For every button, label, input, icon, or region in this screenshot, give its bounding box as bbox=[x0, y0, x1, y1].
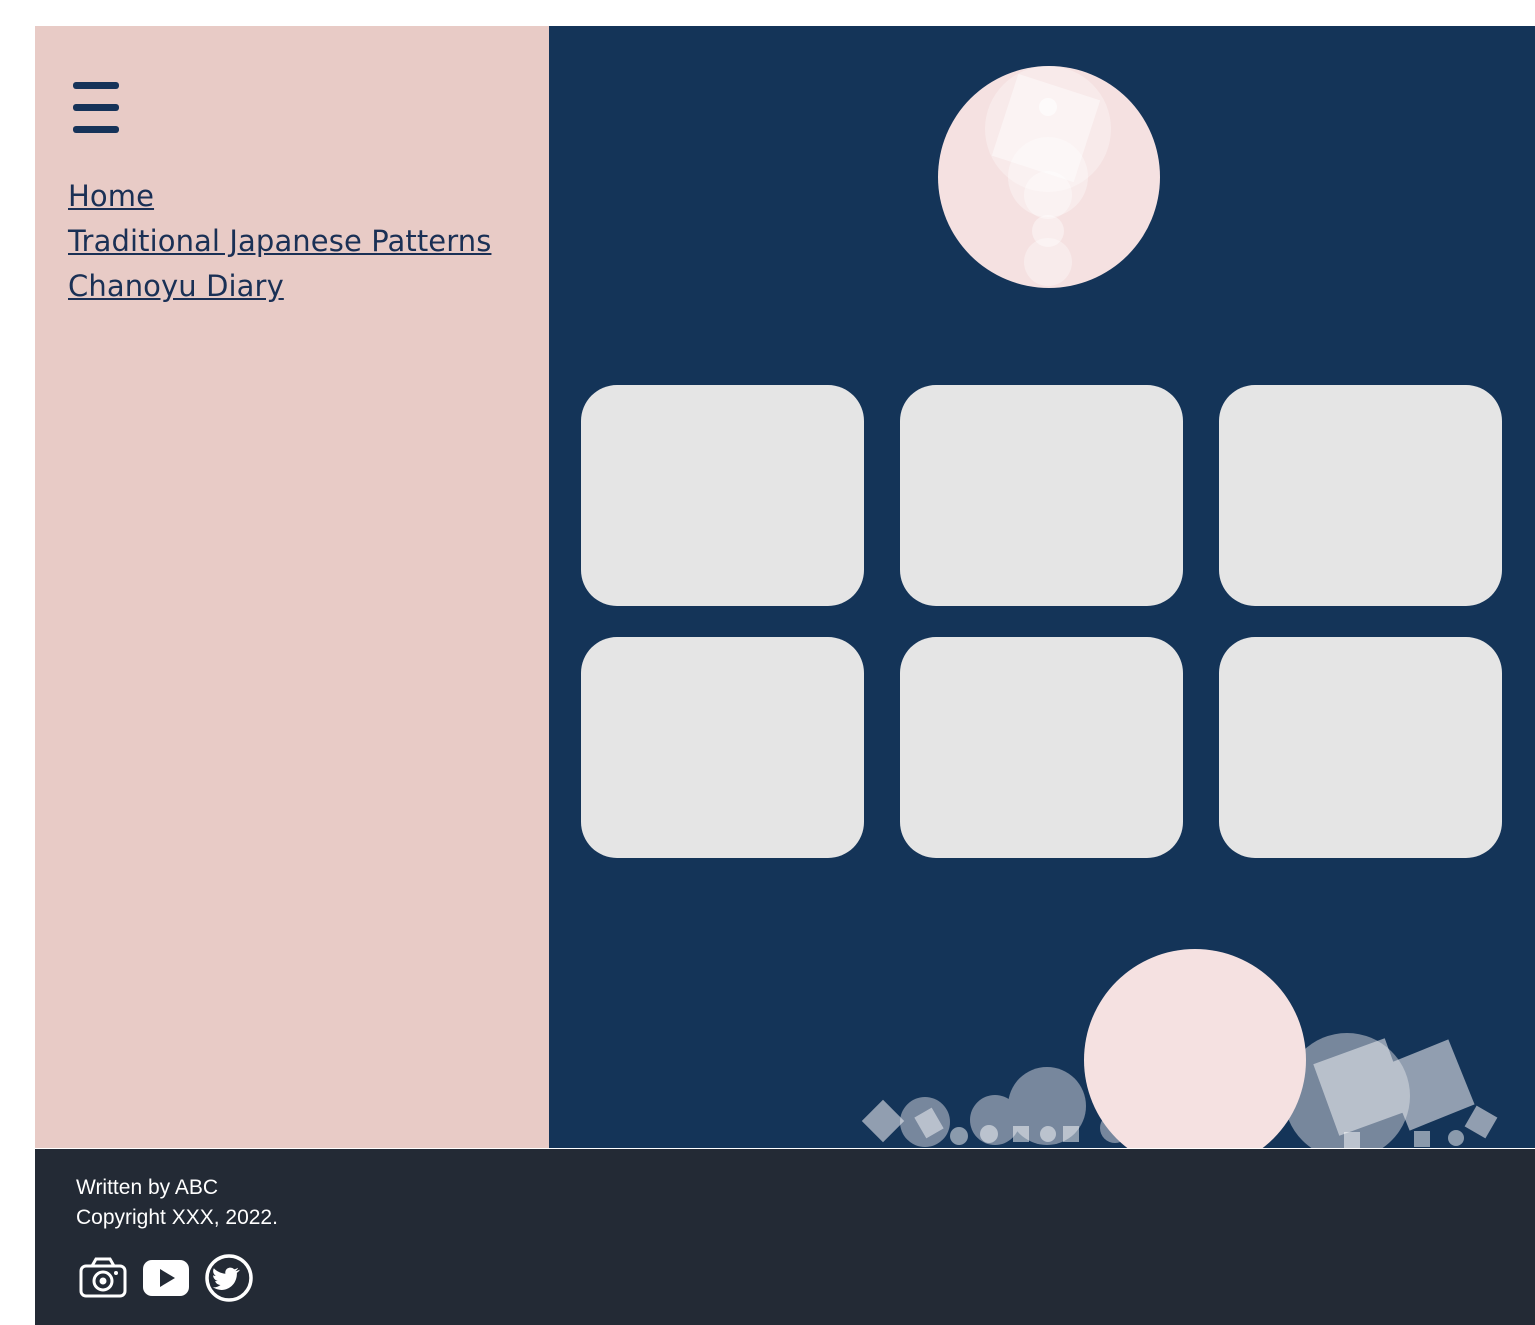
nav-link-chanoyu-diary[interactable]: Chanoyu Diary bbox=[68, 264, 491, 309]
moon-illustration-top bbox=[938, 66, 1160, 288]
gallery-card-1[interactable] bbox=[581, 385, 864, 606]
site-footer: Written by ABC Copyright XXX, 2022. bbox=[35, 1149, 1535, 1325]
gallery-card-6[interactable] bbox=[1219, 637, 1502, 858]
hamburger-menu-icon[interactable] bbox=[73, 82, 119, 134]
camera-icon[interactable] bbox=[78, 1253, 128, 1303]
gallery-card-5[interactable] bbox=[900, 637, 1183, 858]
twitter-icon[interactable] bbox=[204, 1253, 254, 1303]
author-text: Written by ABC bbox=[76, 1176, 218, 1199]
copyright-text: Copyright XXX, 2022. bbox=[76, 1206, 278, 1229]
main-content bbox=[549, 26, 1535, 1148]
moon-illustration-bottom bbox=[861, 949, 1498, 1148]
gallery-card-4[interactable] bbox=[581, 637, 864, 858]
nav-link-traditional-japanese-patterns[interactable]: Traditional Japanese Patterns bbox=[68, 219, 491, 264]
nav-link-home[interactable]: Home bbox=[68, 174, 491, 219]
sidebar: Home Traditional Japanese Patterns Chano… bbox=[35, 26, 549, 1148]
main-nav: Home Traditional Japanese Patterns Chano… bbox=[68, 174, 491, 309]
gallery-card-2[interactable] bbox=[900, 385, 1183, 606]
gallery-card-3[interactable] bbox=[1219, 385, 1502, 606]
youtube-icon[interactable] bbox=[141, 1253, 191, 1303]
